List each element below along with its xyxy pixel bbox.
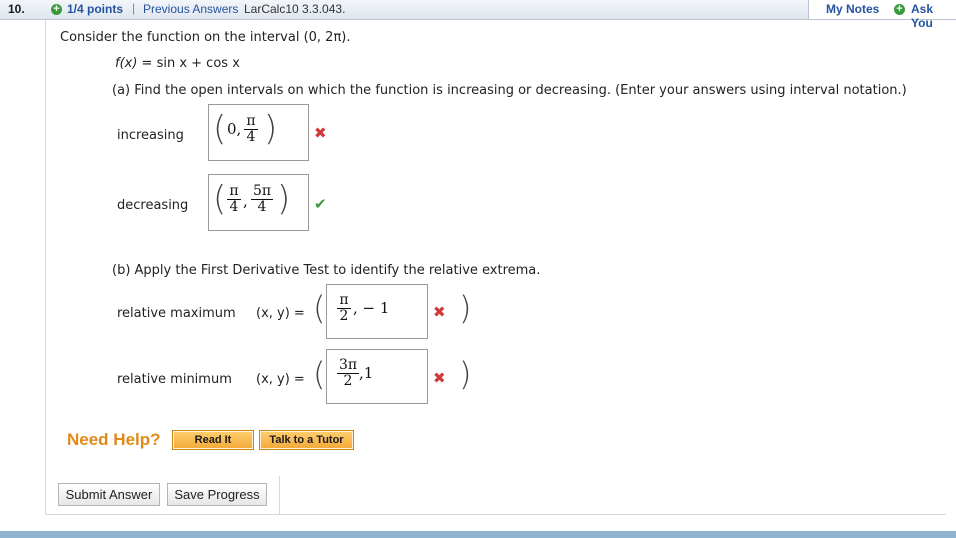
fraction-numerator: 3π [337, 357, 359, 374]
fraction-denominator: 4 [229, 199, 239, 215]
relative-maximum-answer-box[interactable]: π 2 , − 1 [326, 284, 428, 339]
decreasing-fraction-2: 5π 4 [251, 184, 273, 215]
increasing-lead: 0, [227, 120, 242, 138]
increasing-answer-box[interactable]: ( 0, π 4 ) [208, 104, 309, 161]
decreasing-comma: , [243, 192, 248, 210]
xy-equals: (x, y) = [256, 306, 305, 321]
spacer [812, 4, 823, 15]
increasing-fraction: π 4 [244, 114, 258, 145]
question-prompt: Consider the function on the interval (0… [60, 30, 351, 45]
fraction-denominator: 2 [343, 373, 353, 389]
relative-minimum-label: relative minimum [117, 372, 232, 387]
decreasing-fraction-1: π 4 [227, 184, 241, 215]
decreasing-label: decreasing [117, 198, 189, 213]
open-paren: ( [213, 109, 227, 149]
open-paren: ( [213, 179, 227, 219]
relative-maximum-label: relative maximum [117, 306, 236, 321]
fraction-numerator: π [227, 184, 241, 200]
divider [279, 476, 280, 514]
function-rhs: = sin x + cos x [137, 56, 240, 71]
submit-answer-button[interactable]: Submit Answer [58, 483, 160, 506]
talk-to-tutor-button[interactable]: Talk to a Tutor [259, 430, 354, 450]
question-header-bar: 10. + 1/4 points | Previous Answers LarC… [0, 0, 956, 30]
xy-equals: (x, y) = [256, 372, 305, 387]
outer-open-paren: ( [313, 355, 326, 393]
my-notes-link[interactable]: My Notes [826, 2, 879, 16]
part-a-instructions: (a) Find the open intervals on which the… [112, 83, 907, 98]
incorrect-x-icon: ✖ [314, 124, 327, 142]
fraction-denominator: 4 [246, 129, 256, 145]
close-paren: ) [277, 179, 291, 219]
question-number: 10. [8, 2, 25, 16]
assignment-code: LarCalc10 3.3.043. [244, 2, 346, 16]
close-paren: ) [264, 109, 278, 149]
rel-max-fraction: π 2 [337, 293, 351, 324]
read-it-button[interactable]: Read It [172, 430, 254, 450]
previous-answers-link[interactable]: Previous Answers [143, 2, 238, 16]
incorrect-x-icon: ✖ [433, 369, 446, 387]
correct-check-icon: ✔ [314, 195, 327, 213]
decreasing-answer-box[interactable]: ( π 4 , 5π 4 ) [208, 174, 309, 231]
need-help-title: Need Help? [67, 430, 161, 449]
incorrect-x-icon: ✖ [433, 303, 446, 321]
fraction-denominator: 4 [257, 199, 267, 215]
part-b-instructions: (b) Apply the First Derivative Test to i… [112, 263, 541, 278]
header-separator: | [132, 1, 136, 15]
ask-plus-icon[interactable]: + [894, 4, 905, 15]
increasing-label: increasing [117, 128, 184, 143]
relative-minimum-answer-box[interactable]: 3π 2 ,1 [326, 349, 428, 404]
next-question-bar [0, 531, 956, 538]
points-link[interactable]: 1/4 points [67, 2, 123, 16]
expand-plus-icon[interactable]: + [51, 4, 62, 15]
fraction-numerator: π [337, 293, 351, 309]
rel-max-y: , − 1 [353, 299, 390, 317]
save-progress-button[interactable]: Save Progress [167, 483, 267, 506]
outer-close-paren: ) [459, 355, 472, 393]
outer-open-paren: ( [313, 289, 326, 327]
function-definition: f(x) = sin x + cos x [115, 56, 240, 71]
outer-close-paren: ) [459, 289, 472, 327]
fraction-denominator: 2 [339, 308, 349, 324]
fraction-numerator: 5π [251, 183, 273, 200]
function-label: f(x) [115, 56, 138, 71]
fraction-numerator: π [244, 114, 258, 130]
rel-min-fraction: 3π 2 [337, 358, 359, 389]
rel-min-y: ,1 [359, 364, 374, 382]
